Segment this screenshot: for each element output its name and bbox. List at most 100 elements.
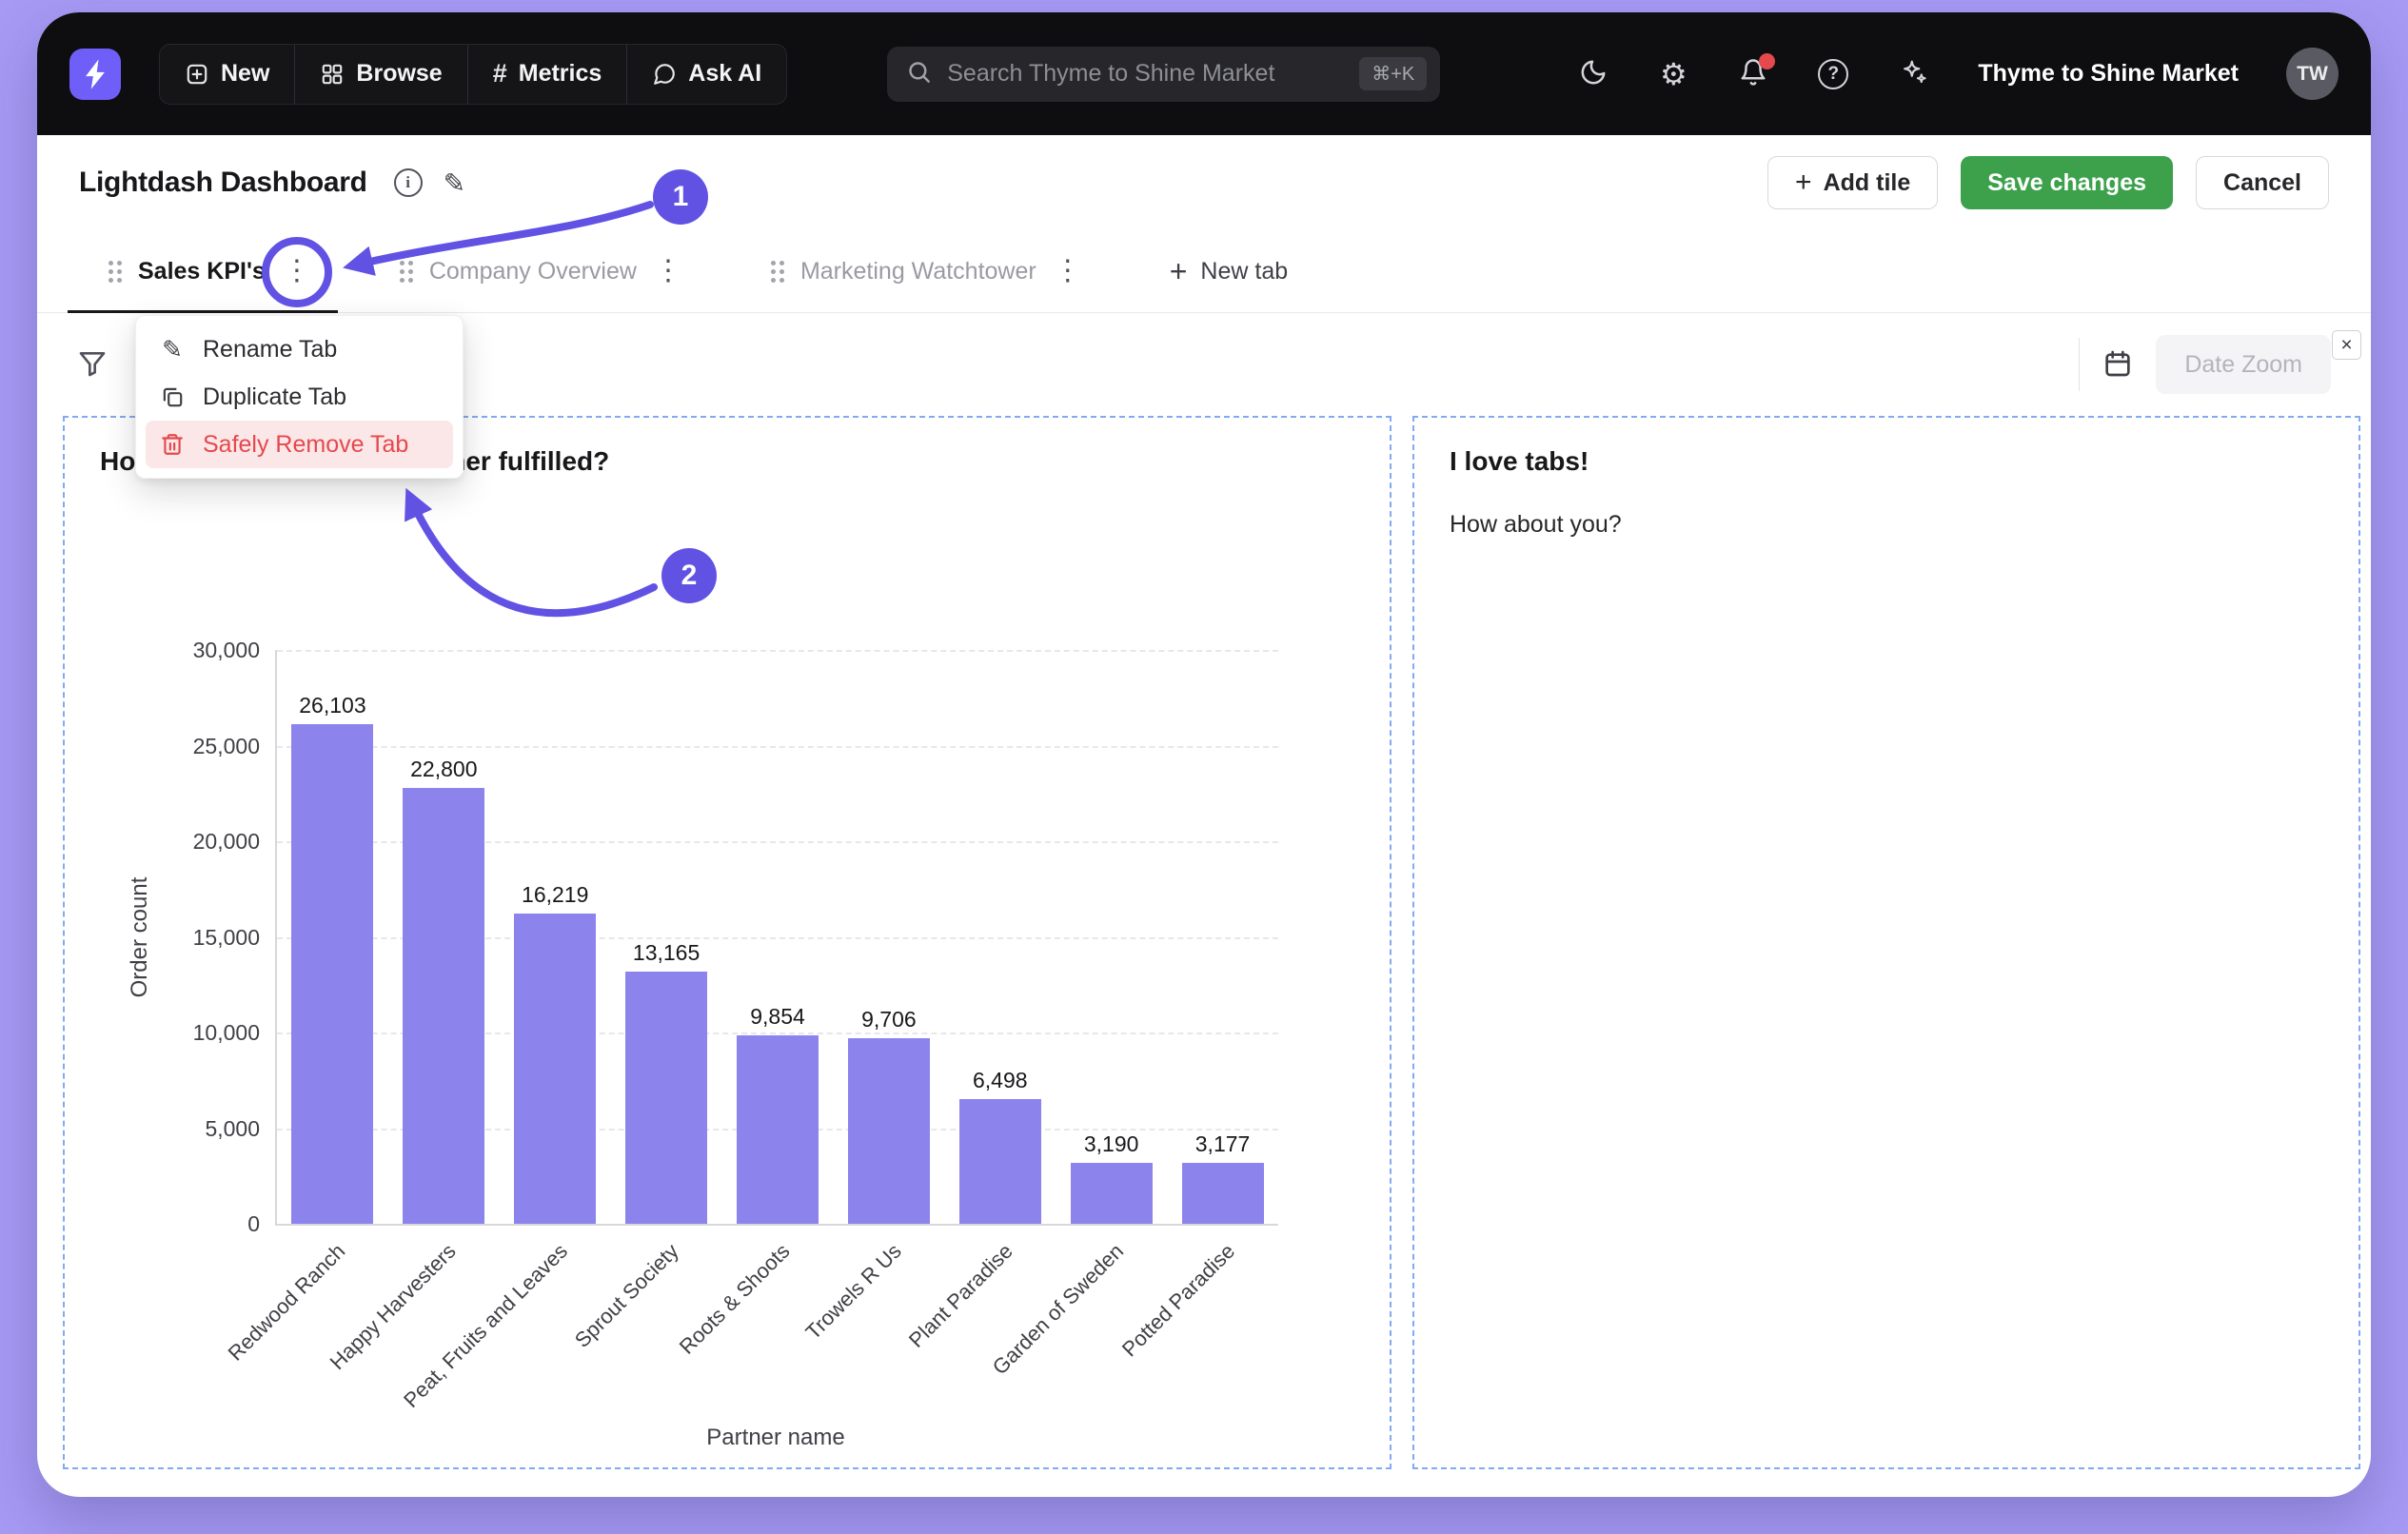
x-category-label: Roots & Shoots [464,1239,778,1264]
add-tile-label: Add tile [1824,169,1911,197]
bar-value-label: 13,165 [585,939,747,966]
desktop-frame: { "topbar": { "nav_items": ["New", "Brow… [0,0,2408,1534]
x-category-text: Roots & Shoots [675,1239,795,1359]
search-icon [906,59,932,89]
tab-menu-button[interactable]: ⋮ [1052,257,1084,285]
calendar-icon [2102,348,2133,382]
nav-metrics-button[interactable]: # Metrics [467,45,627,104]
menu-item-duplicate-tab[interactable]: Duplicate Tab [146,373,453,421]
add-tile-button[interactable]: + Add tile [1767,156,1938,209]
y-tick-label: 5,000 [117,1115,260,1142]
header-actions: + Add tile Save changes Cancel [1767,156,2329,209]
bar-happy-harvesters[interactable] [403,788,484,1224]
chart-tile: How many orders each partner fulfilled? … [63,416,1392,1469]
x-category-text: Potted Paradise [1117,1239,1240,1362]
x-category-text: Garden of Sweden [988,1239,1129,1380]
text-tile-body: How about you? [1450,511,1622,539]
y-tick-label: 0 [117,1210,260,1237]
bar-roots-shoots[interactable] [737,1035,819,1224]
x-axis-title: Partner name [706,1425,844,1451]
date-zoom-label: Date Zoom [2184,351,2302,379]
x-category-text: Happy Harvesters [326,1239,462,1375]
bar-value-label: 9,706 [808,1006,970,1032]
nav-ask-ai-button[interactable]: Ask AI [626,45,786,104]
drag-handle-icon[interactable] [108,260,123,284]
bar-value-label: 16,219 [474,881,636,908]
menu-item-label: Duplicate Tab [203,384,346,411]
annotation-step-badge-1: 1 [653,169,708,225]
drag-handle-icon[interactable] [399,260,414,284]
x-category-label: Plant Paradise [686,1239,1000,1264]
bar-plant-paradise[interactable] [959,1099,1041,1224]
menu-item-safely-remove-tab[interactable]: Safely Remove Tab [146,421,453,468]
calendar-button[interactable] [2102,348,2133,382]
text-tile-title: I love tabs! [1450,446,1589,477]
y-tick-label: 20,000 [117,828,260,855]
edit-title-icon[interactable]: ✎ [444,167,465,199]
settings-button[interactable]: ⚙ [1654,55,1692,93]
x-category-text: Sprout Society [570,1239,684,1353]
y-tick-label: 10,000 [117,1019,260,1046]
cancel-button[interactable]: Cancel [2196,156,2329,209]
plus-icon: + [1170,256,1188,286]
copy-icon [159,384,186,409]
info-icon[interactable]: i [394,168,423,197]
bar-potted-paradise[interactable] [1182,1163,1264,1224]
y-tick-label: 15,000 [117,924,260,951]
dark-mode-toggle[interactable] [1574,55,1612,93]
notification-dot [1759,53,1775,69]
nav-new-button[interactable]: New [160,45,294,104]
tab-menu-button[interactable]: ⋮ [281,257,313,285]
tab-sales-kpis[interactable]: Sales KPI's ⋮ [108,257,313,285]
chat-bubble-icon [652,62,677,87]
filter-bar-right: Date Zoom [2079,335,2331,394]
tab-context-menu: ✎ Rename Tab Duplicate Tab Safely Remove… [135,315,464,479]
bar-garden-of-sweden[interactable] [1071,1163,1153,1224]
new-tab-button[interactable]: + New tab [1170,256,1288,286]
bar-sprout-society[interactable] [625,972,707,1224]
bar-value-label: 6,498 [919,1067,1081,1093]
x-category-text: Plant Paradise [904,1239,1018,1353]
avatar[interactable]: TW [2286,48,2339,100]
tab-marketing-watchtower[interactable]: Marketing Watchtower ⋮ [770,257,1084,285]
primary-nav: New Browse # Metrics Ask AI [159,44,787,105]
nav-new-label: New [221,60,269,88]
menu-item-label: Rename Tab [203,336,337,364]
bar-redwood-ranch[interactable] [291,724,373,1224]
sparkles-button[interactable] [1894,55,1932,93]
gridline [277,650,1278,652]
tab-label[interactable]: Company Overview [429,258,637,285]
help-button[interactable]: ? [1814,55,1852,93]
y-tick-label: 25,000 [117,733,260,759]
app-window: New Browse # Metrics Ask AI [37,12,2371,1497]
menu-item-rename-tab[interactable]: ✎ Rename Tab [146,325,453,373]
lightdash-logo-icon[interactable] [69,49,121,100]
x-category-text: Peat, Fruits and Leaves [399,1239,573,1413]
tab-label[interactable]: Marketing Watchtower [800,258,1036,285]
tab-company-overview[interactable]: Company Overview ⋮ [399,257,684,285]
plus-icon: + [1795,168,1812,197]
tab-label[interactable]: Sales KPI's [138,258,266,285]
drag-handle-icon[interactable] [770,260,785,284]
cancel-label: Cancel [2223,169,2301,197]
tab-menu-button[interactable]: ⋮ [652,257,684,285]
date-zoom-button[interactable]: Date Zoom [2156,335,2331,394]
topbar: New Browse # Metrics Ask AI [37,12,2371,135]
nav-browse-button[interactable]: Browse [294,45,466,104]
page-title: Lightdash Dashboard [79,167,367,199]
save-changes-label: Save changes [1987,169,2146,197]
filters-button[interactable] [77,348,108,382]
search-input[interactable] [947,60,1344,88]
x-category-label: Potted Paradise [909,1239,1223,1264]
bar-trowels-r-us[interactable] [848,1038,930,1224]
x-category-label: Happy Harvesters [129,1239,444,1264]
y-tick-label: 30,000 [117,637,260,663]
close-icon: × [2340,335,2352,355]
x-category-label: Sprout Society [352,1239,666,1264]
save-changes-button[interactable]: Save changes [1961,156,2173,209]
bar-peat-fruits-and-leaves[interactable] [514,914,596,1224]
global-search[interactable]: ⌘+K [887,47,1440,102]
close-button[interactable]: × [2332,330,2361,360]
org-name[interactable]: Thyme to Shine Market [1978,60,2239,88]
notifications-button[interactable] [1734,55,1772,93]
